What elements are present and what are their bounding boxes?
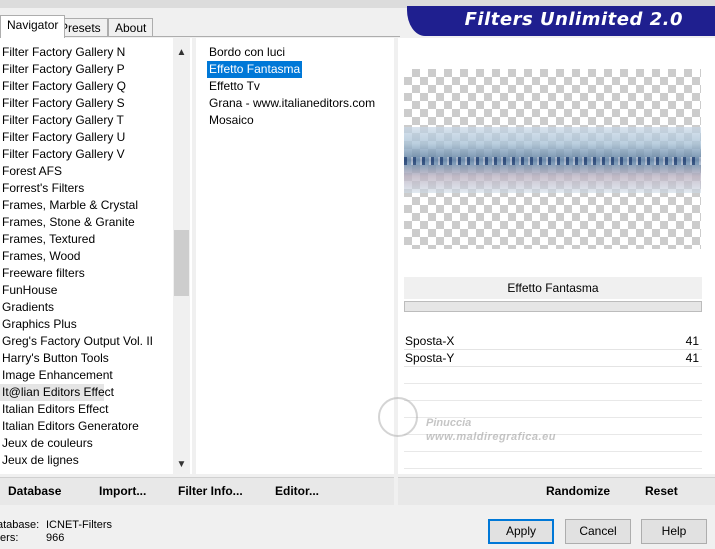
import-label: Import...: [99, 484, 147, 498]
category-item[interactable]: Frames, Wood: [0, 248, 172, 265]
category-item[interactable]: Filter Factory Gallery T: [0, 112, 172, 129]
editor-label: Editor...: [275, 484, 320, 498]
database-info-label: atabase:: [0, 519, 40, 531]
randomize-label: Randomize: [546, 484, 611, 498]
category-item[interactable]: Frames, Marble & Crystal: [0, 197, 172, 214]
category-item[interactable]: Image Enhancement: [0, 367, 172, 384]
scroll-down-arrow-icon[interactable]: ▼: [173, 456, 190, 473]
watermark-heart-icon: [378, 397, 418, 437]
param-row-sposta-x[interactable]: Sposta-X 41: [404, 333, 702, 350]
banner-title: Filters Unlimited 2.0: [464, 9, 683, 30]
preview-ghost-stripes: [404, 157, 701, 165]
category-item[interactable]: Filter Factory Gallery P: [0, 61, 172, 78]
scrollbar-thumb[interactable]: [174, 230, 189, 296]
filter-item[interactable]: Bordo con luci: [207, 44, 287, 61]
watermark: Pinuccia www.maldiregrafica.eu: [378, 395, 578, 455]
preview-ghost-band: [404, 127, 701, 193]
category-item[interactable]: Filter Factory Gallery N: [0, 44, 172, 61]
category-item[interactable]: FunHouse: [0, 282, 172, 299]
param-value[interactable]: 41: [686, 334, 699, 348]
category-item[interactable]: Greg's Factory Output Vol. II: [0, 333, 172, 350]
filter-preview-image: [404, 69, 701, 249]
category-item[interactable]: Jeux de couleurs: [0, 435, 172, 452]
filter-info-label: Filter Info...: [178, 484, 243, 498]
editor-button[interactable]: Editor...: [275, 484, 319, 498]
category-item[interactable]: Filter Factory Gallery U: [0, 129, 172, 146]
progress-bar: [404, 301, 702, 312]
filters-count-label: ters:: [0, 532, 19, 544]
randomize-button[interactable]: Randomize: [546, 484, 610, 498]
param-label: Sposta-X: [405, 334, 455, 348]
category-item[interactable]: Forest AFS: [0, 163, 172, 180]
param-value[interactable]: 41: [686, 351, 699, 365]
category-item[interactable]: It@lian Editors Effect: [0, 384, 114, 401]
filter-item[interactable]: Mosaico: [207, 112, 256, 129]
filter-item[interactable]: Grana - www.italianeditors.com: [207, 95, 377, 112]
database-info-value: ICNET-Filters: [46, 519, 112, 531]
filter-name-display: Effetto Fantasma: [404, 277, 702, 299]
apply-button[interactable]: Apply: [488, 519, 554, 544]
category-item[interactable]: Frames, Stone & Granite: [0, 214, 172, 231]
scroll-up-arrow-icon[interactable]: ▲: [173, 44, 190, 61]
category-list: Filter Factory Gallery N Filter Factory G…: [0, 44, 172, 469]
help-button[interactable]: Help: [641, 519, 707, 544]
reset-button[interactable]: Reset: [645, 484, 678, 498]
category-list-panel: Filter Factory Gallery N Filter Factory G…: [0, 38, 192, 474]
category-item[interactable]: Harry's Button Tools: [0, 350, 172, 367]
category-item[interactable]: Italian Editors Effect: [0, 401, 172, 418]
filters-count-value: 966: [46, 532, 65, 544]
category-item[interactable]: Filter Factory Gallery S: [0, 95, 172, 112]
filter-item[interactable]: Effetto Fantasma: [207, 61, 303, 78]
category-item[interactable]: Frames, Textured: [0, 231, 172, 248]
param-row-empty: [404, 367, 702, 384]
watermark-url: www.maldiregrafica.eu: [426, 431, 556, 443]
filter-item[interactable]: Effetto Tv: [207, 78, 262, 95]
param-label: Sposta-Y: [405, 351, 455, 365]
category-item[interactable]: Filter Factory Gallery V: [0, 146, 172, 163]
category-scrollbar[interactable]: ▲ ▼: [173, 38, 190, 474]
param-row-sposta-y[interactable]: Sposta-Y 41: [404, 350, 702, 367]
category-item[interactable]: Filter Factory Gallery Q: [0, 78, 172, 95]
title-banner: Filters Unlimited 2.0: [407, 6, 715, 36]
tab-bar: Navigator Presets About: [0, 0, 400, 38]
import-button[interactable]: Import...: [99, 484, 146, 498]
category-item[interactable]: Italian Editors Generatore: [0, 418, 172, 435]
filter-info-button[interactable]: Filter Info...: [178, 484, 243, 498]
database-label: Database: [8, 484, 62, 498]
filter-list-panel: Bordo con luci Effetto Fantasma Effetto Tv…: [196, 38, 394, 474]
cancel-button[interactable]: Cancel: [565, 519, 631, 544]
database-button[interactable]: Database: [8, 484, 61, 498]
tab-about[interactable]: About: [108, 18, 154, 37]
reset-label: Reset: [645, 484, 678, 498]
category-item[interactable]: Jeux de lignes: [0, 452, 172, 469]
watermark-name: Pinuccia: [426, 417, 472, 429]
category-item[interactable]: Forrest's Filters: [0, 180, 172, 197]
category-item[interactable]: Gradients: [0, 299, 172, 316]
category-item[interactable]: Freeware filters: [0, 265, 172, 282]
tab-navigator[interactable]: Navigator: [0, 15, 66, 38]
category-item[interactable]: Graphics Plus: [0, 316, 172, 333]
